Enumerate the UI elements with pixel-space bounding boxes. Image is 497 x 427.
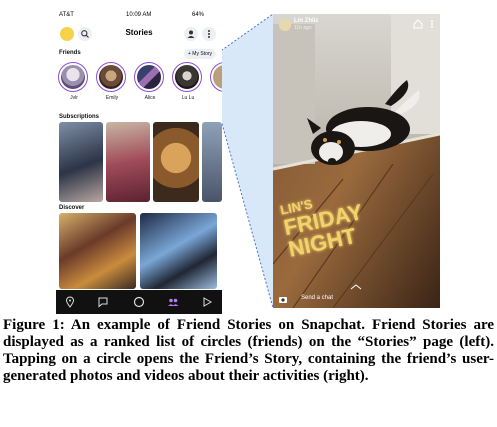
subscriptions-section-label: Subscriptions bbox=[59, 114, 100, 120]
more-button[interactable] bbox=[202, 27, 216, 41]
friend-name: Lu Lu bbox=[181, 95, 195, 101]
send-chat-input[interactable]: Send a chat bbox=[301, 295, 333, 301]
post-age: 11h ago bbox=[294, 25, 312, 31]
profile-avatar-button[interactable] bbox=[60, 27, 74, 41]
story-ring bbox=[172, 62, 202, 92]
friends-section-label: Friends bbox=[59, 50, 81, 56]
chat-icon[interactable] bbox=[97, 296, 109, 308]
figure-caption: Figure 1: An example of Friend Stories o… bbox=[3, 317, 494, 384]
carrier-label: AT&T bbox=[59, 12, 74, 18]
discover-tile[interactable] bbox=[59, 213, 136, 289]
discover-tile[interactable] bbox=[140, 213, 217, 289]
spotlight-icon[interactable] bbox=[201, 296, 213, 308]
discover-section-label: Discover bbox=[59, 205, 85, 211]
stories-header: Stories bbox=[56, 23, 222, 45]
camera-icon[interactable] bbox=[133, 296, 145, 308]
chevron-up-icon[interactable] bbox=[350, 284, 362, 290]
bottom-nav bbox=[56, 290, 222, 314]
subscription-tile[interactable] bbox=[106, 122, 150, 202]
stories-screen: AT&T 10:09 AM 64% Stories Friends + My S… bbox=[56, 8, 222, 314]
story-ring bbox=[134, 62, 164, 92]
friend-story-circle-selected[interactable]: Lu Lu bbox=[172, 62, 204, 101]
subscription-tile[interactable] bbox=[59, 122, 103, 202]
clock: 10:09 AM bbox=[126, 12, 152, 18]
friend-name: Lu bbox=[210, 95, 222, 101]
stories-tab-icon[interactable] bbox=[167, 296, 179, 308]
add-friend-icon bbox=[187, 30, 195, 38]
friend-avatar bbox=[175, 65, 199, 89]
status-bar: AT&T 10:09 AM 64% bbox=[56, 8, 222, 22]
story-ring bbox=[210, 62, 222, 92]
story-ring bbox=[96, 62, 126, 92]
search-icon bbox=[81, 30, 89, 38]
friend-story-circle[interactable]: Emily bbox=[96, 62, 128, 101]
friend-story-circle[interactable]: Jvlr bbox=[58, 62, 90, 101]
friend-name: Emily bbox=[105, 95, 119, 101]
friend-story-circle[interactable]: Lu bbox=[210, 62, 222, 101]
story-ring bbox=[58, 62, 88, 92]
story-photo bbox=[273, 14, 440, 308]
subscription-tile[interactable] bbox=[202, 122, 222, 202]
my-story-button[interactable]: + My Story bbox=[184, 49, 217, 59]
friend-name: Jvlr bbox=[70, 95, 78, 101]
friend-avatar bbox=[61, 65, 85, 89]
more-icon bbox=[208, 30, 210, 38]
map-pin-icon[interactable] bbox=[64, 296, 76, 308]
friend-avatar bbox=[99, 65, 123, 89]
page-title: Stories bbox=[125, 28, 153, 37]
search-button[interactable] bbox=[78, 27, 92, 41]
friend-name: Alice bbox=[144, 95, 156, 101]
friend-avatar bbox=[137, 65, 161, 89]
poster-name[interactable]: Lin Zhiiz bbox=[294, 18, 318, 24]
poster-avatar[interactable] bbox=[279, 19, 291, 31]
friend-story-circle[interactable]: Alice bbox=[134, 62, 166, 101]
camera-icon[interactable] bbox=[278, 294, 288, 304]
battery-level: 64% bbox=[192, 12, 205, 18]
more-icon[interactable] bbox=[427, 19, 437, 29]
home-icon[interactable] bbox=[413, 19, 423, 29]
subscription-tile[interactable] bbox=[153, 122, 199, 202]
add-friend-button[interactable] bbox=[184, 27, 198, 41]
friend-avatar bbox=[213, 65, 222, 89]
friend-story-view: Lin Zhiiz 11h ago LIN'S FRIDAY NIGHT Sen… bbox=[273, 14, 440, 308]
